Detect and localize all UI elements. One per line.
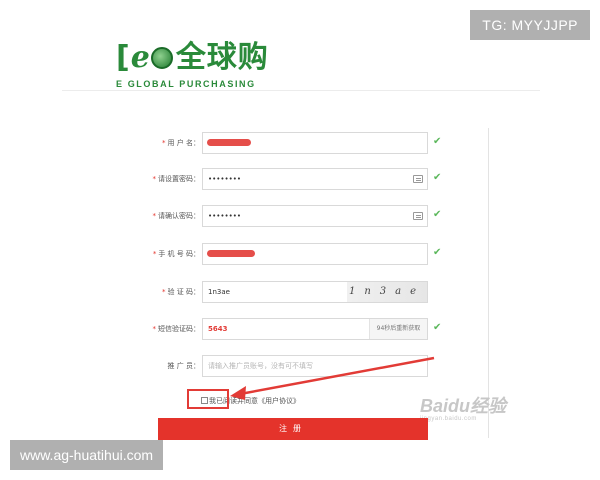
captcha-input[interactable]: 1n3ae 1n3ae (202, 281, 428, 303)
baidu-url: jingyan.baidu.com (420, 416, 477, 422)
username-row: * 用 户 名： ✔ (120, 132, 450, 156)
logo-letter-e: e (130, 40, 150, 75)
registration-page: [ e 全球购 E GLOBAL PURCHASING * 用 户 名： ✔ * 请… (0, 0, 600, 480)
baidu-watermark: Baidu经验 jingyan.baidu.com (420, 396, 532, 426)
confirm-password-label: * 请确认密码： (152, 212, 201, 220)
confirm-password-input[interactable]: •••••••• (202, 205, 428, 227)
password-dots: •••••••• (208, 212, 242, 220)
header-divider (62, 90, 540, 91)
password-dots: •••••••• (208, 175, 242, 183)
username-label: * 用 户 名： (162, 139, 200, 147)
phone-input[interactable] (202, 243, 428, 265)
redaction-mark (207, 250, 255, 257)
captcha-row: * 验 证 码： 1n3ae 1n3ae (120, 281, 450, 305)
baidu-logo-text: Baidu经验 (420, 396, 507, 416)
phone-row: * 手 机 号 码： ✔ (120, 243, 450, 267)
register-button[interactable]: 注册 (158, 418, 428, 440)
highlight-box (187, 389, 229, 409)
keyboard-icon[interactable] (413, 175, 423, 183)
form-right-divider (488, 128, 489, 438)
logo-bracket: [ (116, 40, 130, 75)
sms-code-label: * 短信验证码： (152, 325, 201, 333)
logo-chinese-name: 全球购 (175, 40, 269, 75)
resend-sms-button[interactable]: 94秒后重新获取 (369, 319, 427, 339)
sms-code-row: * 短信验证码： 5643 94秒后重新获取 ✔ (120, 318, 450, 342)
keyboard-icon[interactable] (413, 212, 423, 220)
username-input[interactable] (202, 132, 428, 154)
site-url-tag: www.ag-huatihui.com (10, 440, 164, 470)
redaction-mark (207, 139, 251, 146)
phone-label: * 手 机 号 码： (152, 250, 200, 258)
check-icon: ✔ (433, 209, 442, 220)
set-password-row: * 请设置密码： •••••••• ✔ (120, 168, 450, 192)
check-icon: ✔ (433, 136, 442, 147)
captcha-label: * 验 证 码： (162, 288, 200, 296)
sms-code-value: 5643 (208, 325, 228, 333)
referrer-row: 推 广 员： 请输入推广员账号，没有可不填写 (120, 355, 450, 379)
referrer-label: 推 广 员： (167, 362, 200, 370)
logo-mark: [ e 全球购 (116, 38, 292, 78)
set-password-input[interactable]: •••••••• (202, 168, 428, 190)
captcha-value: 1n3ae (208, 288, 230, 296)
sms-code-input[interactable]: 5643 94秒后重新获取 (202, 318, 428, 340)
contact-tag: TG: MYYJJPP (470, 10, 590, 40)
logo-subtitle: E GLOBAL PURCHASING (116, 79, 256, 89)
globe-icon (150, 47, 173, 69)
captcha-image[interactable]: 1n3ae (347, 282, 427, 302)
confirm-password-row: * 请确认密码： •••••••• ✔ (120, 205, 450, 229)
referrer-input[interactable]: 请输入推广员账号，没有可不填写 (202, 355, 428, 377)
set-password-label: * 请设置密码： (152, 175, 201, 183)
check-icon: ✔ (433, 247, 442, 258)
brand-logo[interactable]: [ e 全球购 E GLOBAL PURCHASING (116, 38, 292, 92)
check-icon: ✔ (433, 172, 442, 183)
check-icon: ✔ (433, 322, 442, 333)
